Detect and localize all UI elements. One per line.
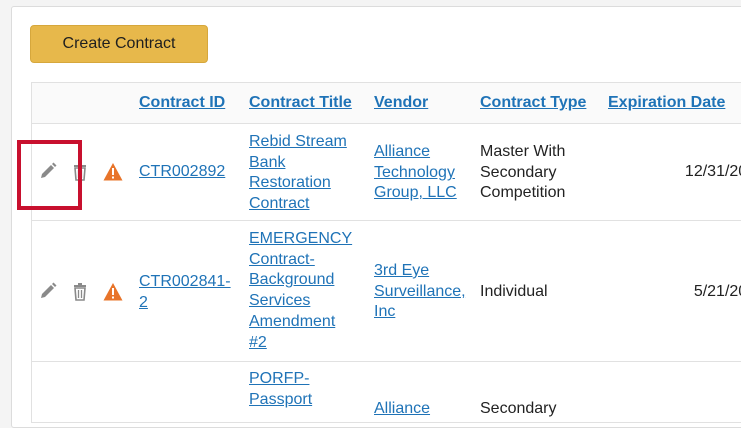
contract-title-link[interactable]: PORFP- Passport: [249, 369, 312, 410]
expiration-date: 5/21/2021: [693, 283, 741, 300]
col-expiration-date[interactable]: Expiration Date: [608, 94, 725, 112]
contract-title-link[interactable]: Rebid Stream Bank Restoration Contract: [249, 132, 347, 215]
contract-type: Secondary: [480, 400, 557, 417]
table-row: CTR002892 Rebid Stream Bank Restoration …: [32, 124, 741, 221]
highlight-box: [17, 140, 82, 210]
vendor-link[interactable]: Alliance: [374, 399, 430, 420]
vendor-link[interactable]: 3rd Eye Surveillance, Inc: [374, 261, 466, 323]
pencil-icon[interactable]: [38, 281, 58, 301]
trash-icon[interactable]: [70, 282, 90, 302]
col-vendor[interactable]: Vendor: [374, 94, 428, 112]
warning-icon: [103, 283, 123, 301]
table-row: PORFP- Passport Alliance Secondary: [32, 362, 741, 423]
create-contract-label: Create Contract: [62, 35, 176, 52]
col-contract-id[interactable]: Contract ID: [139, 94, 225, 112]
vendor-link[interactable]: Alliance Technology Group, LLC: [374, 142, 457, 204]
contract-id-link[interactable]: CTR002892: [139, 162, 225, 183]
table-row: CTR002841- 2 EMERGENCY Contract- Backgro…: [32, 221, 741, 362]
contract-type: Master With Secondary Competition: [480, 143, 566, 202]
contract-title-link[interactable]: EMERGENCY Contract- Background Services …: [249, 229, 352, 353]
expiration-date: 12/31/2023: [684, 163, 741, 180]
warning-icon: [103, 163, 123, 181]
col-contract-title[interactable]: Contract Title: [249, 94, 352, 112]
create-contract-button[interactable]: Create Contract: [30, 25, 208, 63]
contracts-table: Contract ID Contract Title Vendor Contra…: [31, 82, 741, 423]
table-header: Contract ID Contract Title Vendor Contra…: [32, 83, 741, 124]
contract-id-link[interactable]: CTR002841- 2: [139, 272, 231, 313]
contract-type: Individual: [480, 283, 548, 300]
col-contract-type[interactable]: Contract Type: [480, 94, 586, 112]
